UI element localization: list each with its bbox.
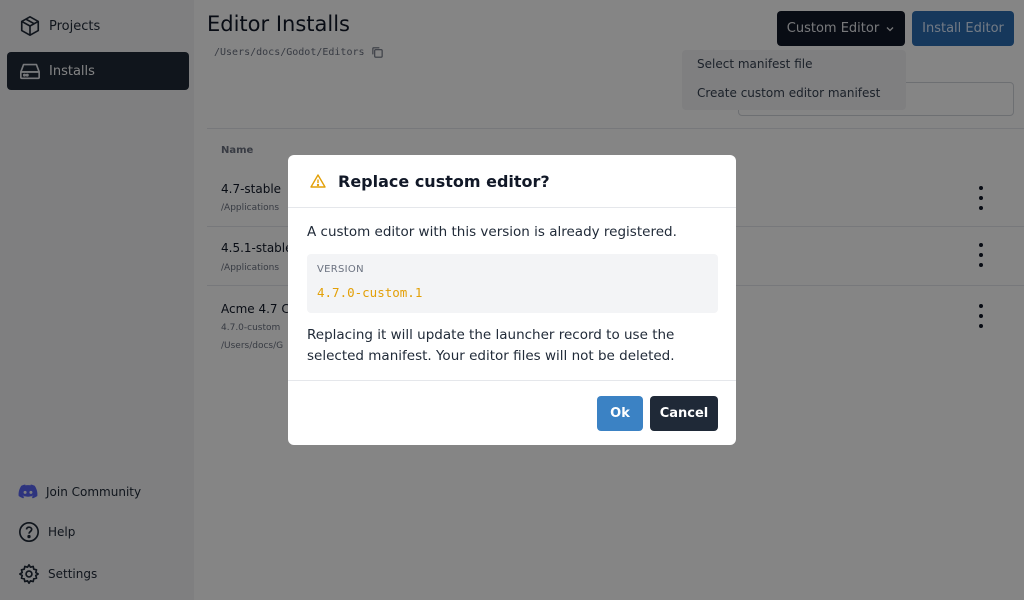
cancel-button[interactable]: Cancel [650,396,718,431]
version-box: VERSION 4.7.0-custom.1 [307,254,718,313]
dialog-header: Replace custom editor? [288,155,736,208]
version-value: 4.7.0-custom.1 [317,285,423,300]
dialog-message: A custom editor with this version is alr… [307,224,677,240]
dialog-detail: Replacing it will update the launcher re… [307,327,675,364]
version-label: VERSION [317,264,364,275]
warning-icon [310,173,326,189]
replace-editor-dialog: Replace custom editor? A custom editor w… [288,155,736,445]
dialog-footer: Ok Cancel [288,380,736,445]
ok-button[interactable]: Ok [597,396,643,431]
dialog-title: Replace custom editor? [338,171,550,191]
